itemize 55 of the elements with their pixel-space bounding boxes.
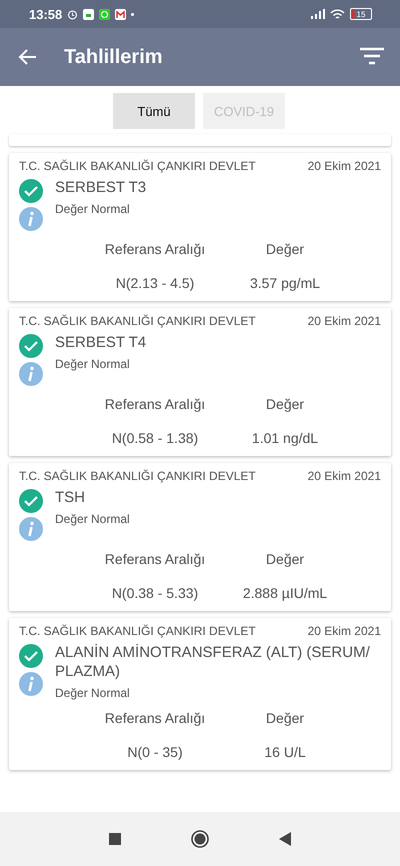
battery-icon: 15 xyxy=(350,8,372,20)
alarm-icon xyxy=(67,8,78,20)
info-icon xyxy=(19,207,43,231)
column-header: Değer xyxy=(264,710,306,726)
column-header: Değer xyxy=(264,551,306,567)
result-value: 1.01 ng/dL xyxy=(250,430,320,446)
institution-name: T.C. SAĞLIK BAKANLIĞI ÇANKIRI DEVLET xyxy=(19,314,256,328)
test-name: SERBEST T3 xyxy=(55,178,148,197)
result-date: 20 Ekim 2021 xyxy=(308,314,381,328)
result-card[interactable]: T.C. SAĞLIK BAKANLIĞI ÇANKIRI DEVLET 20 Ekim 2021 SERBEST T3 Değer Normal Referans Aralığı Değer N(2.13 - 4.5) 3.57 pg/mL xyxy=(9,153,391,301)
institution-name: T.C. SAĞLIK BAKANLIĞI ÇANKIRI DEVLET xyxy=(19,469,256,483)
info-icon xyxy=(19,362,43,386)
result-card[interactable]: T.C. SAĞLIK BAKANLIĞI ÇANKIRI DEVLET 20 Ekim 2021 SERBEST T4 Değer Normal Referans Aralığı Değer N(0.58 - 1.38) 1.01 ng/dL xyxy=(9,308,391,456)
test-name: TSH xyxy=(55,488,86,507)
signal-icon xyxy=(311,9,325,19)
result-status: Değer Normal xyxy=(55,512,131,526)
result-date: 20 Ekim 2021 xyxy=(308,159,381,173)
chat-icon xyxy=(99,8,110,20)
reference-range: N(0 - 35) xyxy=(126,744,184,760)
filter-tab[interactable]: Tümü xyxy=(113,93,195,129)
result-status: Değer Normal xyxy=(55,686,131,700)
test-name: ALANİN AMİNOTRANSFERAZ (ALT) (SERUM/ PLAZMA) xyxy=(55,643,371,681)
result-value: 2.888 µIU/mL xyxy=(242,585,328,601)
home-button[interactable] xyxy=(191,830,209,848)
status-time: 13:58 xyxy=(29,6,62,22)
reference-range: N(0.58 - 1.38) xyxy=(110,430,200,446)
test-name: SERBEST T4 xyxy=(55,333,148,352)
dot-icon xyxy=(131,12,134,16)
result-date: 20 Ekim 2021 xyxy=(308,624,381,638)
column-header: Değer xyxy=(264,396,306,412)
institution-name: T.C. SAĞLIK BAKANLIĞI ÇANKIRI DEVLET xyxy=(19,624,256,638)
info-icon xyxy=(19,672,43,696)
institution-name: T.C. SAĞLIK BAKANLIĞI ÇANKIRI DEVLET xyxy=(19,159,256,173)
filter-button[interactable] xyxy=(360,47,384,67)
info-icon xyxy=(19,517,43,541)
page-title: Tahlillerim xyxy=(64,46,164,68)
mail-icon xyxy=(115,8,126,20)
back-nav-button[interactable] xyxy=(279,832,291,846)
result-value: 16 U/L xyxy=(263,744,307,760)
back-button[interactable] xyxy=(18,48,38,66)
column-header: Referans Aralığı xyxy=(104,241,206,257)
reference-range: N(2.13 - 4.5) xyxy=(114,275,196,291)
app-icon xyxy=(83,8,94,20)
wifi-icon xyxy=(330,8,345,20)
column-header: Referans Aralığı xyxy=(104,551,206,567)
reference-range: N(0.38 - 5.33) xyxy=(110,585,200,601)
result-status: Değer Normal xyxy=(55,357,131,371)
result-card[interactable]: T.C. SAĞLIK BAKANLIĞI ÇANKIRI DEVLET 20 Ekim 2021 ALANİN AMİNOTRANSFERAZ (ALT) (SERUM/ PLAZMA) Değer Normal Referans Aralığı Değer N(0 - 35) 16 U/L xyxy=(9,618,391,770)
result-date: 20 Ekim 2021 xyxy=(308,469,381,483)
result-card[interactable]: T.C. SAĞLIK BAKANLIĞI ÇANKIRI DEVLET 20 Ekim 2021 TSH Değer Normal Referans Aralığı Değer N(0.38 - 5.33) 2.888 µIU/mL xyxy=(9,463,391,611)
column-header: Referans Aralığı xyxy=(104,710,206,726)
column-header: Referans Aralığı xyxy=(104,396,206,412)
result-value: 3.57 pg/mL xyxy=(248,275,322,291)
result-status: Değer Normal xyxy=(55,202,131,216)
column-header: Değer xyxy=(264,241,306,257)
